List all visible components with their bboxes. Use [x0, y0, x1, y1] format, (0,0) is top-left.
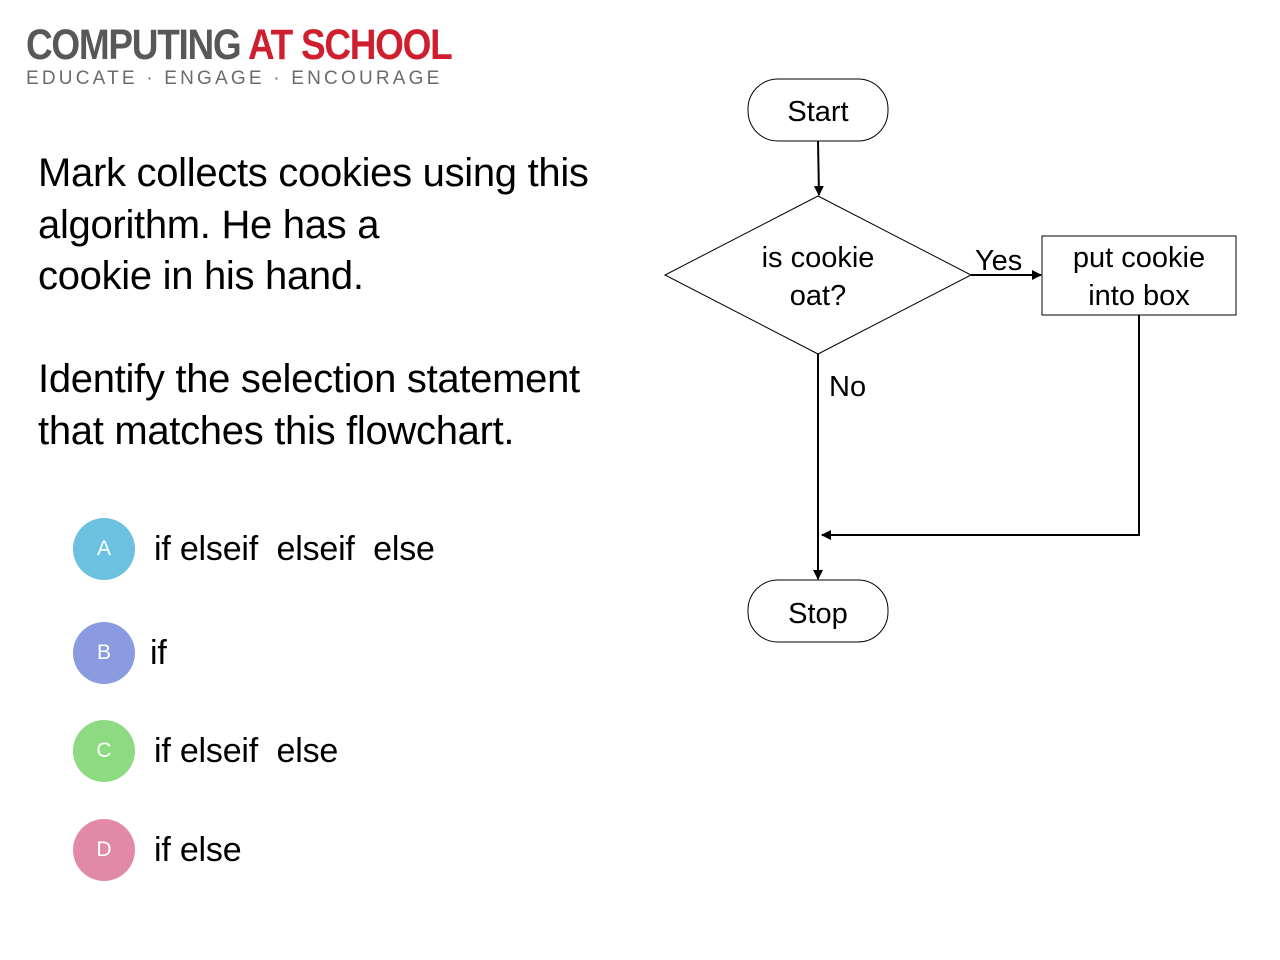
decision-label-line2: oat?: [790, 280, 846, 312]
decision-diamond: [663, 195, 973, 355]
arrow-process-to-merge: [821, 315, 1140, 540]
decision-label-line1: is cookie: [762, 242, 875, 274]
arrow-start-to-decision: [813, 140, 824, 196]
stop-label: Stop: [788, 598, 848, 630]
process-label-line1: put cookie: [1073, 242, 1205, 274]
process-label-line2: into box: [1088, 280, 1190, 312]
yes-label: Yes: [975, 245, 1022, 277]
flowchart: Start is cookie oat? Yes put cookie into…: [663, 78, 1237, 643]
no-label: No: [829, 371, 866, 403]
start-label: Start: [787, 96, 848, 128]
